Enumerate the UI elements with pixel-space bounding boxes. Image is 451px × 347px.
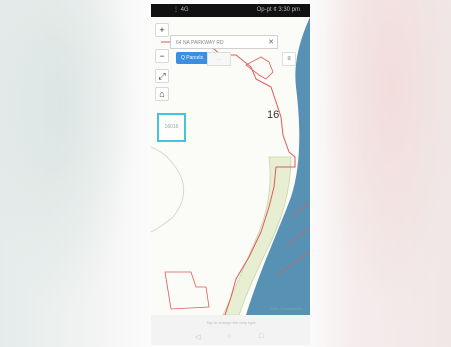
- layers-button[interactable]: ≡: [282, 52, 296, 66]
- bottom-hint: Tap to change the map type: [206, 320, 256, 325]
- phone-screen: ⋮ 4G Op-pt ¢ 3:30 pm + − ⤢ ⌂ 64 NA PARKW…: [151, 4, 310, 345]
- map-attribution[interactable]: Esri | Geoservices...: [270, 306, 306, 311]
- status-bar: ⋮ 4G Op-pt ¢ 3:30 pm: [151, 4, 310, 17]
- blurred-background-left: [0, 0, 150, 347]
- status-right: Op-pt ¢ 3:30 pm: [256, 7, 300, 13]
- back-nav-icon[interactable]: ◁: [195, 333, 200, 341]
- zoom-in-button[interactable]: +: [155, 23, 169, 37]
- home-nav-icon[interactable]: ○: [227, 333, 231, 340]
- map-view[interactable]: + − ⤢ ⌂ 64 NA PARKWAY RD ✕ Q Parcels ...…: [151, 17, 310, 315]
- status-left: ⋮ 4G: [173, 7, 189, 13]
- bottom-bar: Tap to change the map type ◁ ○ □: [151, 315, 310, 345]
- green-contour: [151, 146, 185, 233]
- search-value: 64 NA PARKWAY RD: [176, 40, 224, 46]
- video-frame: ⋮ 4G Op-pt ¢ 3:30 pm + − ⤢ ⌂ 64 NA PARKW…: [0, 0, 451, 347]
- parcels-tab[interactable]: Q Parcels: [176, 52, 208, 64]
- fullscreen-button[interactable]: ⤢: [155, 69, 169, 83]
- parcel-number-label: 16: [267, 109, 280, 121]
- zoom-out-button[interactable]: −: [155, 49, 169, 63]
- recent-apps-icon[interactable]: □: [259, 333, 263, 340]
- close-icon[interactable]: ✕: [268, 36, 274, 50]
- search-input[interactable]: 64 NA PARKWAY RD ✕: [170, 35, 278, 49]
- parcel-boundary-north: [245, 56, 274, 80]
- highlighted-control[interactable]: 16016: [157, 113, 186, 142]
- home-button[interactable]: ⌂: [155, 87, 169, 101]
- parcel-boundary-south: [164, 271, 210, 310]
- second-tab[interactable]: ...: [207, 52, 231, 66]
- blurred-background-right: [318, 0, 451, 347]
